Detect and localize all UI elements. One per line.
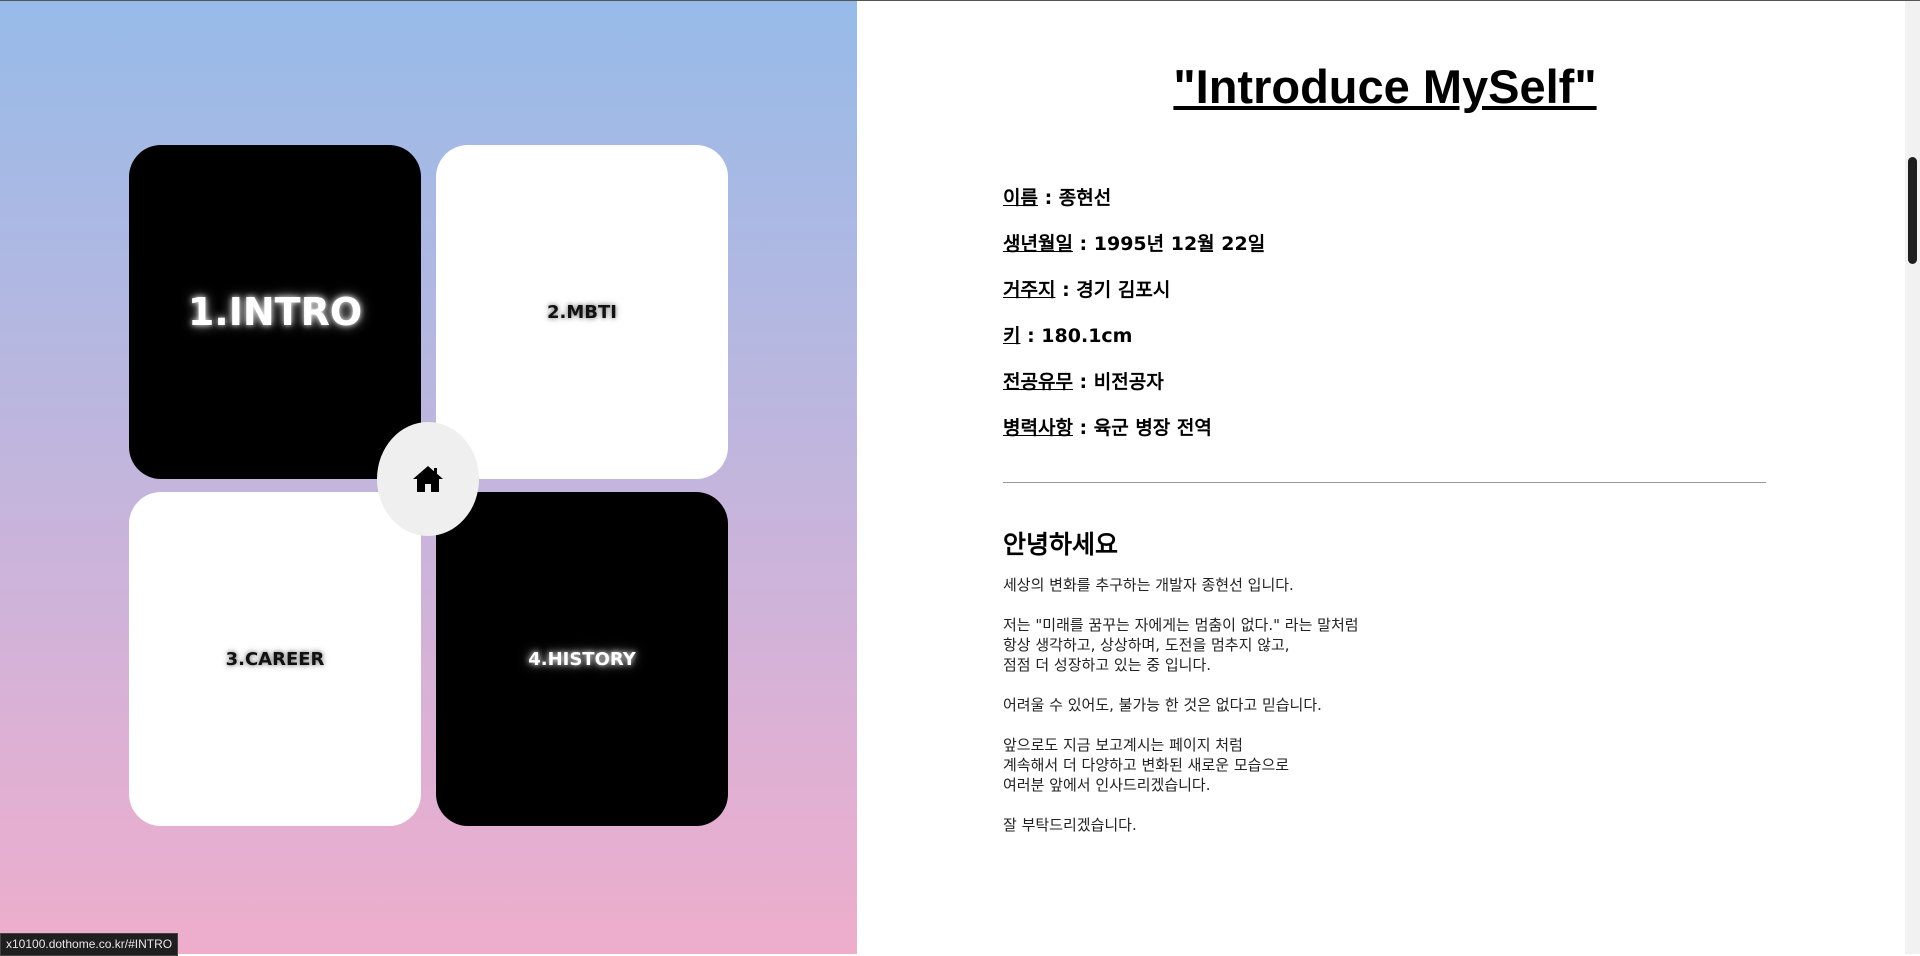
info-value: : 경기 김포시 (1055, 279, 1171, 301)
intro-paragraph: 어려울 수 있어도, 불가능 한 것은 없다고 믿습니다. (1003, 696, 1322, 714)
info-row-birth: 생년월일 : 1995년 12월 22일 (1003, 227, 1265, 273)
intro-paragraph: 세상의 변화를 추구하는 개발자 종현선 입니다. (1003, 576, 1294, 594)
info-label: 이름 (1003, 187, 1038, 209)
info-row-military: 병력사항 : 육군 병장 전역 (1003, 411, 1265, 457)
info-label: 생년월일 (1003, 233, 1073, 255)
info-row-name: 이름 : 종현선 (1003, 181, 1265, 227)
intro-paragraph: 앞으로도 지금 보고계시는 페이지 처럼 계속해서 더 다양하고 변화된 새로운… (1003, 736, 1290, 794)
info-row-residence: 거주지 : 경기 김포시 (1003, 273, 1265, 319)
intro-paragraph: 잘 부탁드리겠습니다. (1003, 816, 1137, 834)
intro-body: 세상의 변화를 추구하는 개발자 종현선 입니다. 저는 "미래를 꿈꾸는 자에… (1003, 575, 1359, 855)
info-label: 병력사항 (1003, 417, 1073, 439)
section-divider (1003, 482, 1766, 483)
nav-card-career[interactable]: 3.CAREER (129, 492, 421, 826)
nav-card-intro-label: 1.INTRO (187, 290, 363, 334)
info-value: : 1995년 12월 22일 (1072, 233, 1266, 255)
info-value: : 비전공자 (1072, 371, 1164, 393)
info-label: 키 (1003, 325, 1021, 347)
info-value: : 종현선 (1037, 187, 1112, 209)
status-bar-url: x10100.dothome.co.kr/#INTRO (0, 933, 179, 956)
info-row-height: 키 : 180.1cm (1003, 319, 1265, 365)
nav-panel: 1.INTRO 2.MBTI 3.CAREER 4.HISTORY (0, 1, 857, 954)
info-row-major: 전공유무 : 비전공자 (1003, 365, 1265, 411)
home-icon (413, 466, 443, 492)
info-label: 전공유무 (1003, 371, 1073, 393)
nav-card-intro[interactable]: 1.INTRO (129, 145, 421, 479)
info-value: : 육군 병장 전역 (1072, 417, 1212, 439)
nav-card-history-label: 4.HISTORY (528, 648, 636, 670)
home-button[interactable] (377, 422, 479, 536)
scrollbar-thumb[interactable] (1908, 157, 1917, 264)
intro-section: "Introduce MySelf" 이름 : 종현선 생년월일 : 1995년… (857, 1, 1905, 954)
info-label: 거주지 (1003, 279, 1056, 301)
nav-card-mbti-label: 2.MBTI (547, 301, 617, 323)
intro-paragraph: 저는 "미래를 꿈꾸는 자에게는 멈춤이 없다." 라는 말처럼 항상 생각하고… (1003, 616, 1359, 674)
nav-card-career-label: 3.CAREER (225, 648, 325, 670)
page-scrollbar[interactable] (1905, 1, 1920, 954)
nav-card-mbti[interactable]: 2.MBTI (436, 145, 728, 479)
info-value: : 180.1cm (1020, 325, 1133, 347)
page-title: "Introduce MySelf" (1173, 60, 1597, 113)
greeting-heading: 안녕하세요 (1003, 530, 1119, 559)
profile-info-list: 이름 : 종현선 생년월일 : 1995년 12월 22일 거주지 : 경기 김… (1003, 181, 1265, 457)
nav-card-history[interactable]: 4.HISTORY (436, 492, 728, 826)
